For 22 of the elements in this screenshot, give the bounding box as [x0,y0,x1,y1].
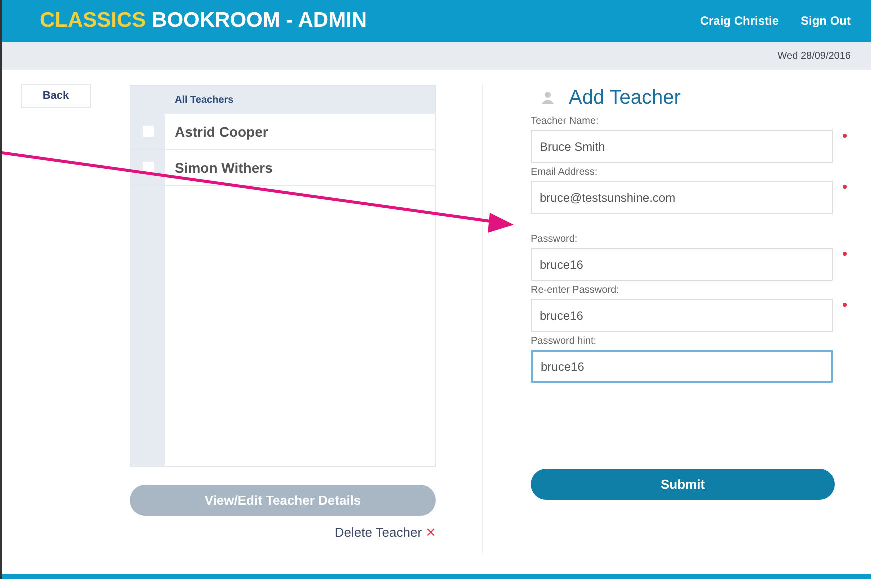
teacher-name[interactable]: Simon Withers [165,160,273,176]
input-field[interactable]: bruce@testsunshine.com [531,181,833,214]
teacher-name[interactable]: Astrid Cooper [165,124,268,140]
input-field[interactable]: bruce16 [531,299,833,332]
input-field[interactable]: bruce16 [531,350,833,383]
field-label: Password: [531,234,579,245]
date-text: Wed 28/09/2016 [778,50,851,62]
back-button[interactable]: Back [21,84,91,108]
delete-teacher-link[interactable]: Delete Teacher [334,525,422,540]
field-label: Teacher Name: [531,116,600,127]
form-title: Add Teacher [569,86,681,110]
checkbox[interactable] [142,125,154,138]
input-field[interactable]: Bruce Smith [531,130,833,163]
person-icon [541,91,555,105]
field-label: Email Address: [531,167,599,178]
input-field[interactable]: bruce16 [531,248,833,281]
delete-icon[interactable]: × [426,524,436,541]
field-label: Password hint: [531,336,598,347]
submit-button[interactable]: Submit [531,469,835,500]
field-label: Re-enter Password: [531,285,620,296]
list-heading: All Teachers [174,94,234,106]
app-title: CLASSICS BOOKROOM - ADMIN [40,9,368,33]
